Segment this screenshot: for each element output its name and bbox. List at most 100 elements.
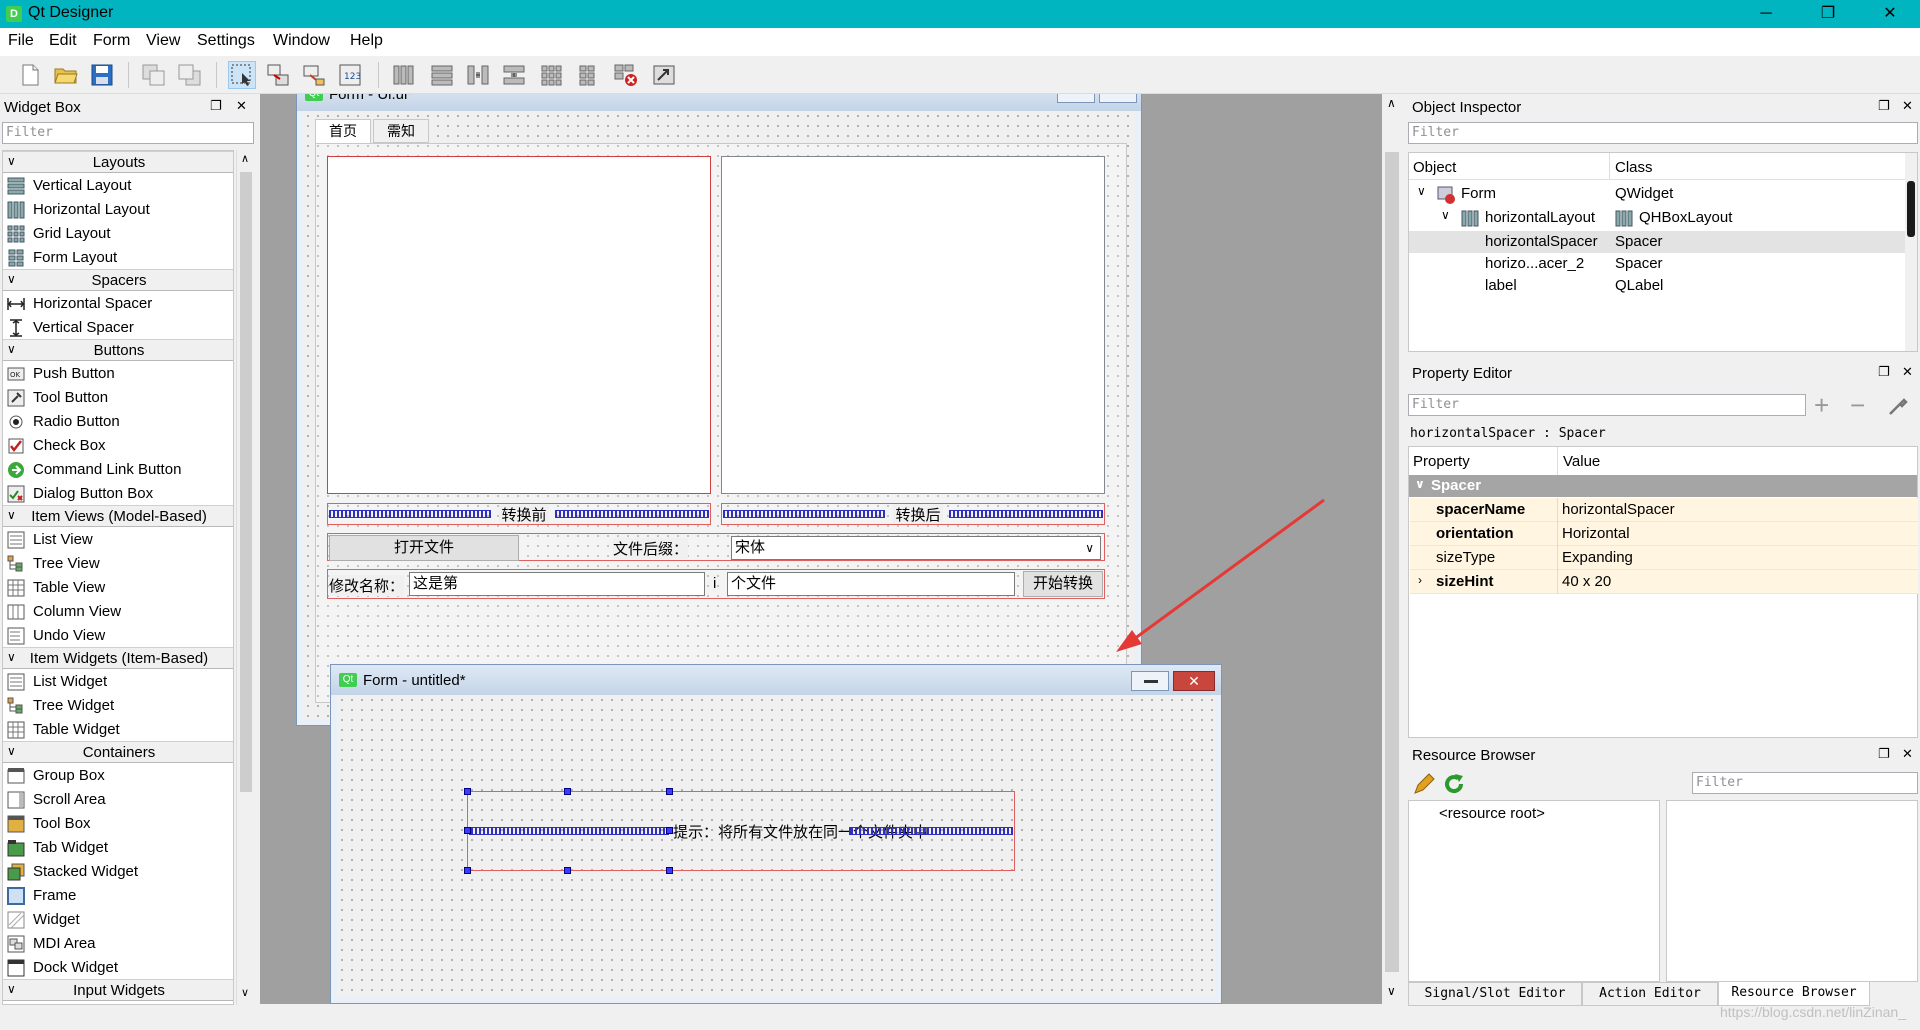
- scrollbar-thumb[interactable]: [1907, 181, 1915, 237]
- category-containers[interactable]: ∨ Containers: [3, 741, 233, 763]
- chevron-down-icon[interactable]: ∨: [1387, 984, 1396, 998]
- resource-browser-filter[interactable]: Filter: [1692, 772, 1918, 794]
- close-icon[interactable]: ✕: [1902, 98, 1913, 114]
- break-layout-icon[interactable]: [612, 61, 640, 89]
- widget-horizontal-spacer[interactable]: Horizontal Spacer: [3, 292, 233, 316]
- edit-resources-pencil-icon[interactable]: [1412, 772, 1436, 796]
- widget-push-button[interactable]: OK Push Button: [3, 362, 233, 386]
- menu-file[interactable]: File: [8, 32, 34, 50]
- open-folder-icon[interactable]: [52, 61, 80, 89]
- widget-frame[interactable]: Frame: [3, 884, 233, 908]
- chevron-right-icon[interactable]: ›: [1418, 573, 1422, 587]
- chevron-down-icon[interactable]: ∨: [241, 986, 249, 999]
- widget-box-scrollbar[interactable]: ∧ ∨: [236, 150, 254, 1005]
- close-icon[interactable]: ✕: [1902, 746, 1913, 762]
- widget-stacked-widget[interactable]: Stacked Widget: [3, 860, 233, 884]
- chevron-down-icon[interactable]: ∨: [1441, 208, 1450, 222]
- lay-out-vertical-splitter-icon[interactable]: [500, 61, 528, 89]
- category-item-views[interactable]: ∨ Item Views (Model-Based): [3, 505, 233, 527]
- add-dynamic-property-icon[interactable]: +: [1814, 392, 1829, 418]
- widget-grid-layout[interactable]: Grid Layout: [3, 222, 233, 246]
- lay-out-vertically-icon[interactable]: [428, 61, 456, 89]
- float-icon[interactable]: ❐: [210, 98, 222, 114]
- chevron-down-icon[interactable]: ∨: [1415, 477, 1425, 491]
- tab-signal-slot-editor[interactable]: Signal/Slot Editor: [1408, 982, 1582, 1006]
- tree-row-horizontal-spacer[interactable]: horizontalSpacer Spacer: [1409, 231, 1905, 253]
- float-icon[interactable]: ❐: [1878, 364, 1890, 380]
- menu-form[interactable]: Form: [93, 32, 130, 50]
- widget-dialog-button-box[interactable]: Dialog Button Box: [3, 482, 233, 506]
- widget-radio-button[interactable]: Radio Button: [3, 410, 233, 434]
- tree-row-label[interactable]: label QLabel: [1409, 275, 1905, 297]
- property-group-spacer[interactable]: ∨ Spacer: [1409, 475, 1917, 497]
- widget-column-view[interactable]: Column View: [3, 600, 233, 624]
- scrollbar-thumb[interactable]: [240, 172, 252, 792]
- widget-box-filter[interactable]: Filter: [2, 122, 254, 144]
- property-row-size-type[interactable]: sizeType Expanding: [1410, 546, 1918, 570]
- tree-row-horizontal-spacer-2[interactable]: horizo...acer_2 Spacer: [1409, 253, 1905, 275]
- widget-undo-view[interactable]: Undo View: [3, 624, 233, 648]
- property-row-orientation[interactable]: orientation Horizontal: [1410, 522, 1918, 546]
- widget-mdi-area[interactable]: MDI Area: [3, 932, 233, 956]
- edit-widgets-icon[interactable]: [228, 61, 256, 89]
- close-icon[interactable]: ✕: [236, 98, 247, 114]
- edit-buddies-icon[interactable]: [300, 61, 328, 89]
- widget-group-box[interactable]: Group Box: [3, 764, 233, 788]
- widget-widget[interactable]: Widget: [3, 908, 233, 932]
- widget-tool-button[interactable]: Tool Button: [3, 386, 233, 410]
- widget-tree-widget[interactable]: Tree Widget: [3, 694, 233, 718]
- object-inspector-filter[interactable]: Filter: [1408, 122, 1918, 144]
- tab-resource-browser[interactable]: Resource Browser: [1718, 982, 1870, 1006]
- adjust-size-icon[interactable]: [650, 61, 678, 89]
- save-icon[interactable]: [88, 61, 116, 89]
- widget-tree-view[interactable]: Tree View: [3, 552, 233, 576]
- edit-signals-slots-icon[interactable]: [264, 61, 292, 89]
- wrench-icon[interactable]: [1886, 394, 1910, 418]
- lay-out-in-form-icon[interactable]: [574, 61, 602, 89]
- tree-row-form[interactable]: ∨ Form QWidget: [1409, 183, 1905, 205]
- property-row-size-hint[interactable]: › sizeHint 40 x 20: [1410, 570, 1918, 594]
- send-to-back-icon[interactable]: [140, 61, 168, 89]
- lay-out-in-grid-icon[interactable]: [538, 61, 566, 89]
- lay-out-horizontal-splitter-icon[interactable]: [464, 61, 492, 89]
- category-layouts[interactable]: ∨ Layouts: [3, 151, 233, 173]
- widget-vertical-spacer[interactable]: Vertical Spacer: [3, 316, 233, 340]
- category-input-widgets[interactable]: ∨ Input Widgets: [3, 979, 233, 1001]
- mdi-scrollbar[interactable]: ∧ ∨: [1382, 94, 1402, 1004]
- widget-check-box[interactable]: Check Box: [3, 434, 233, 458]
- float-icon[interactable]: ❐: [1878, 98, 1890, 114]
- chevron-up-icon[interactable]: ∧: [1387, 96, 1396, 110]
- float-icon[interactable]: ❐: [1878, 746, 1890, 762]
- object-inspector-scrollbar[interactable]: [1905, 153, 1917, 351]
- category-spacers[interactable]: ∨ Spacers: [3, 269, 233, 291]
- new-file-icon[interactable]: [16, 61, 44, 89]
- property-row-spacer-name[interactable]: spacerName horizontalSpacer: [1410, 498, 1918, 522]
- widget-list-widget[interactable]: List Widget: [3, 670, 233, 694]
- menu-window[interactable]: Window: [273, 32, 330, 50]
- tree-row-horizontal-layout[interactable]: ∨ horizontalLayout QHBoxLayout: [1409, 207, 1905, 229]
- chevron-down-icon[interactable]: ∨: [1417, 184, 1426, 198]
- menu-help[interactable]: Help: [350, 32, 383, 50]
- property-editor-filter[interactable]: Filter: [1408, 394, 1806, 416]
- widget-horizontal-layout[interactable]: Horizontal Layout: [3, 198, 233, 222]
- reload-icon[interactable]: [1442, 772, 1466, 796]
- widget-dock-widget[interactable]: Dock Widget: [3, 956, 233, 980]
- widget-tool-box[interactable]: Tool Box: [3, 812, 233, 836]
- menu-settings[interactable]: Settings: [197, 32, 255, 50]
- category-buttons[interactable]: ∨ Buttons: [3, 339, 233, 361]
- tab-action-editor[interactable]: Action Editor: [1582, 982, 1718, 1006]
- widget-list-view[interactable]: List View: [3, 528, 233, 552]
- edit-tab-order-icon[interactable]: 123: [336, 61, 364, 89]
- widget-tab-widget[interactable]: Tab Widget: [3, 836, 233, 860]
- menu-view[interactable]: View: [146, 32, 180, 50]
- widget-command-link-button[interactable]: Command Link Button: [3, 458, 233, 482]
- widget-scroll-area[interactable]: Scroll Area: [3, 788, 233, 812]
- category-item-widgets[interactable]: ∨ Item Widgets (Item-Based): [3, 647, 233, 669]
- lay-out-horizontally-icon[interactable]: [390, 61, 418, 89]
- resource-root-item[interactable]: <resource root>: [1439, 805, 1545, 822]
- widget-form-layout[interactable]: Form Layout: [3, 246, 233, 270]
- widget-table-view[interactable]: Table View: [3, 576, 233, 600]
- maximize-button[interactable]: ❐: [1800, 0, 1856, 28]
- remove-property-icon[interactable]: −: [1850, 392, 1865, 418]
- widget-vertical-layout[interactable]: Vertical Layout: [3, 174, 233, 198]
